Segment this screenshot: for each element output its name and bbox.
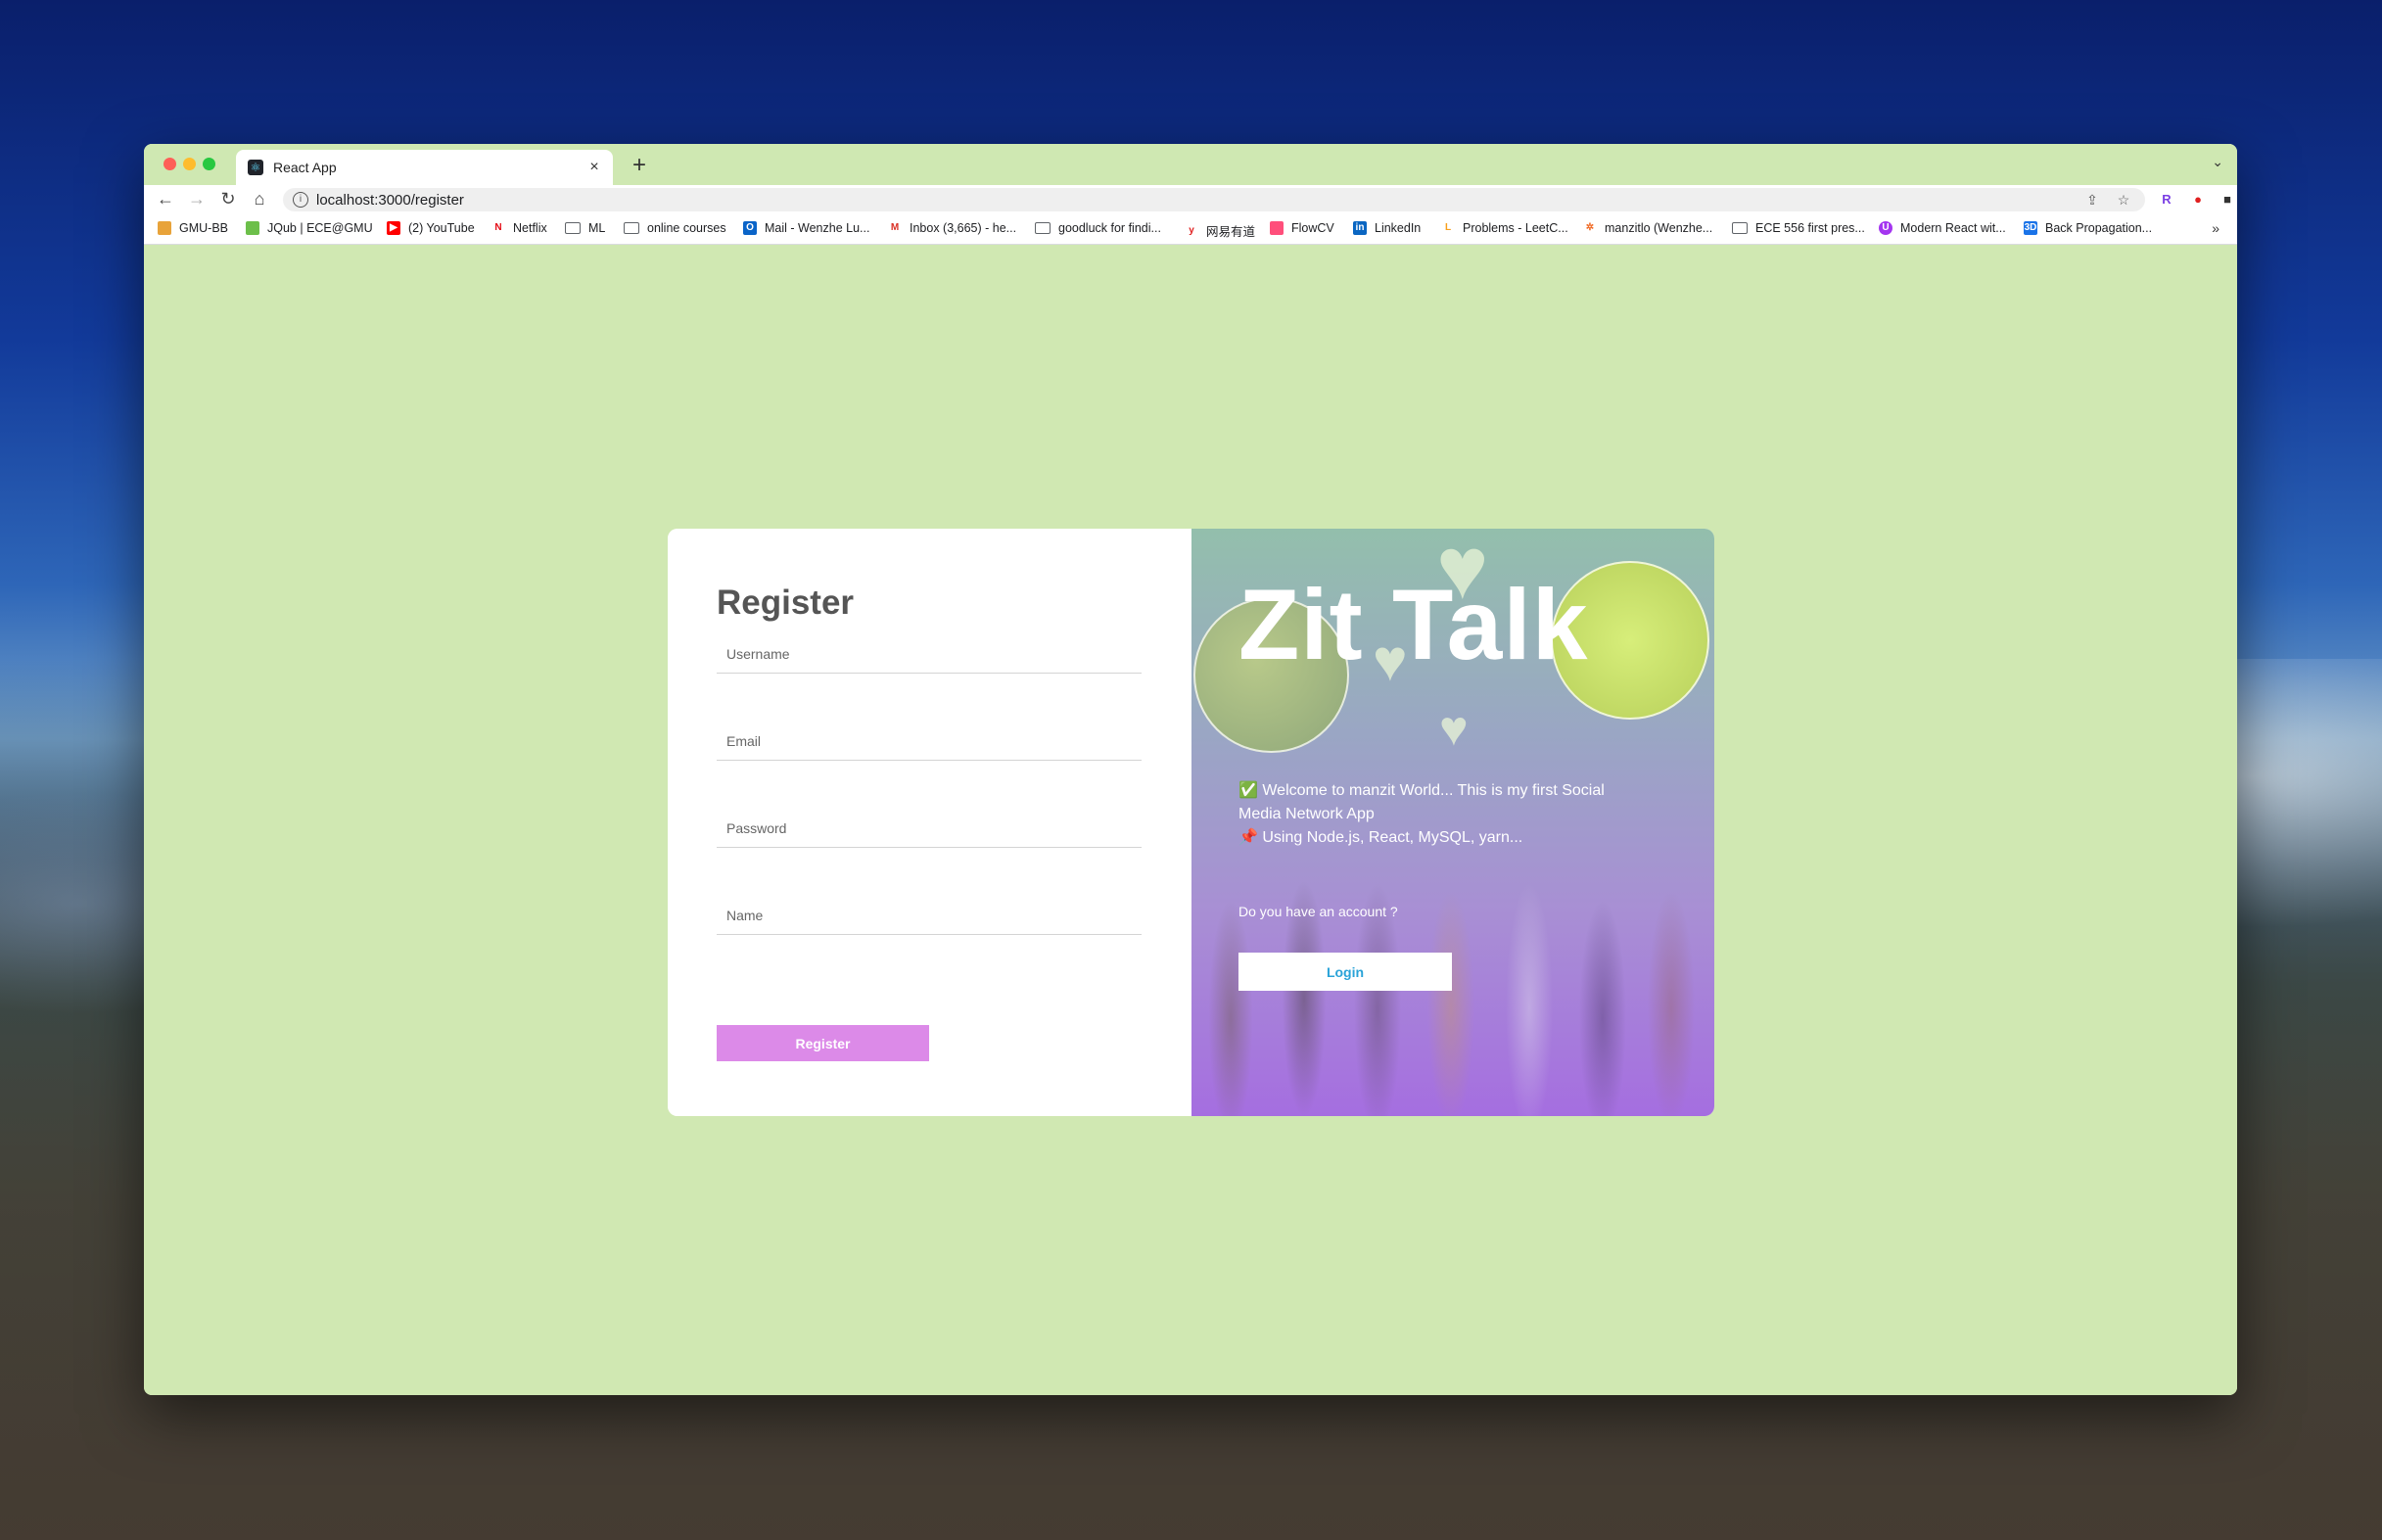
back-arrow-icon[interactable]: ←: [154, 187, 177, 210]
outlook-icon: O: [743, 221, 757, 235]
leetcode-icon: L: [1444, 222, 1452, 233]
window-minimize-button[interactable]: [183, 158, 196, 170]
browser-window: ⚛ React App × + ⌄ ← → ↻ ⌂ i localhost:30…: [144, 144, 2237, 1395]
new-tab-button[interactable]: +: [628, 152, 651, 179]
gmu-icon: [158, 221, 171, 235]
bookmark-linkedin[interactable]: in LinkedIn: [1353, 221, 1421, 235]
bookmark-modern-react[interactable]: U Modern React wit...: [1879, 221, 2006, 235]
name-input[interactable]: [717, 896, 1142, 935]
account-question: Do you have an account ?: [1238, 904, 1398, 919]
promo-panel: ♥ ♥ ♥ Zit Talk ✅ Welcome to manzit World…: [1191, 529, 1714, 1116]
youtube-icon: ▶: [387, 221, 400, 235]
bookmarks-more-icon[interactable]: »: [2212, 220, 2219, 236]
url-text[interactable]: localhost:3000/register: [316, 192, 2082, 209]
home-icon[interactable]: ⌂: [248, 187, 271, 210]
gmail-icon: M: [890, 222, 900, 233]
folder-icon: [1732, 222, 1748, 234]
email-input[interactable]: [717, 722, 1142, 761]
tab-strip: ⚛ React App × + ⌄: [144, 144, 2237, 185]
extension-r-icon[interactable]: R: [2157, 190, 2176, 210]
promo-tech-text: 📌 Using Node.js, React, MySQL, yarn...: [1238, 829, 1523, 846]
folder-icon: [1035, 222, 1051, 234]
extension-notion-icon[interactable]: ■: [2218, 190, 2237, 210]
tab-react-app[interactable]: ⚛ React App ×: [236, 150, 613, 185]
bookmark-youtube[interactable]: ▶ (2) YouTube: [387, 221, 475, 235]
password-input[interactable]: [717, 809, 1142, 848]
youdao-icon: y: [1189, 224, 1194, 236]
forward-arrow-icon[interactable]: →: [185, 187, 209, 210]
address-bar[interactable]: i localhost:3000/register ⇪ ☆: [283, 188, 2145, 211]
page-title: Register: [717, 583, 855, 622]
netflix-icon: N: [494, 222, 502, 233]
bookmarks-bar: GMU-BB JQub | ECE@GMU ▶ (2) YouTube N Netf…: [144, 214, 2237, 245]
bookmark-manzitlo[interactable]: ✲ manzitlo (Wenzhe...: [1583, 221, 1712, 235]
share-icon[interactable]: ⇪: [2082, 192, 2102, 209]
bookmark-inbox[interactable]: M Inbox (3,665) - he...: [888, 221, 1016, 235]
bookmark-mail[interactable]: O Mail - Wenzhe Lu...: [743, 221, 869, 235]
login-button[interactable]: Login: [1238, 953, 1452, 991]
heart-icon: ♥: [1439, 701, 1469, 756]
folder-icon: [565, 222, 581, 234]
bookmark-ece556[interactable]: ECE 556 first pres...: [1732, 221, 1865, 235]
extension-record-icon[interactable]: ●: [2188, 190, 2208, 210]
bookmark-gmu-bb[interactable]: GMU-BB: [158, 221, 228, 235]
bookmark-youdao[interactable]: y 网易有道: [1185, 221, 1255, 240]
linkedin-icon: in: [1353, 221, 1367, 235]
bookmark-jqub[interactable]: JQub | ECE@GMU: [246, 221, 373, 235]
tab-title: React App: [273, 160, 337, 175]
manzitlo-icon: ✲: [1585, 222, 1595, 233]
bookmark-ml[interactable]: ML: [565, 221, 605, 235]
site-info-icon[interactable]: i: [293, 192, 308, 208]
bookmark-goodluck[interactable]: goodluck for findi...: [1035, 221, 1161, 235]
tab-search-chevron-icon[interactable]: ⌄: [2212, 154, 2223, 170]
bookmark-flowcv[interactable]: FlowCV: [1270, 221, 1334, 235]
page-content: Register Register ♥ ♥ ♥ Zit Talk ✅ Welco…: [144, 245, 2237, 1395]
register-form: Register Register: [668, 529, 1191, 1116]
react-icon: ⚛: [248, 160, 263, 175]
bookmark-star-icon[interactable]: ☆: [2114, 192, 2133, 209]
bookmark-back-propagation[interactable]: 3D Back Propagation...: [2024, 221, 2152, 235]
browser-toolbar: ← → ↻ ⌂ i localhost:3000/register ⇪ ☆ R …: [144, 185, 2237, 214]
3d-icon: 3D: [2024, 221, 2037, 235]
udemy-icon: U: [1879, 221, 1892, 235]
flowcv-icon: [1270, 221, 1284, 235]
promo-title: Zit Talk: [1238, 569, 1589, 680]
jqub-icon: [246, 221, 259, 235]
username-input[interactable]: [717, 634, 1142, 674]
reload-icon[interactable]: ↻: [216, 187, 240, 210]
window-close-button[interactable]: [163, 158, 176, 170]
register-button[interactable]: Register: [717, 1025, 929, 1061]
register-card: Register Register ♥ ♥ ♥ Zit Talk ✅ Welco…: [668, 529, 1714, 1116]
tab-close-icon[interactable]: ×: [584, 159, 605, 176]
promo-welcome-text: ✅ Welcome to manzit World... This is my …: [1238, 782, 1605, 822]
bookmark-online-courses[interactable]: online courses: [624, 221, 726, 235]
folder-icon: [624, 222, 639, 234]
window-maximize-button[interactable]: [203, 158, 215, 170]
bookmark-netflix[interactable]: N Netflix: [491, 221, 546, 235]
bookmark-leetcode[interactable]: L Problems - LeetC...: [1441, 221, 1568, 235]
